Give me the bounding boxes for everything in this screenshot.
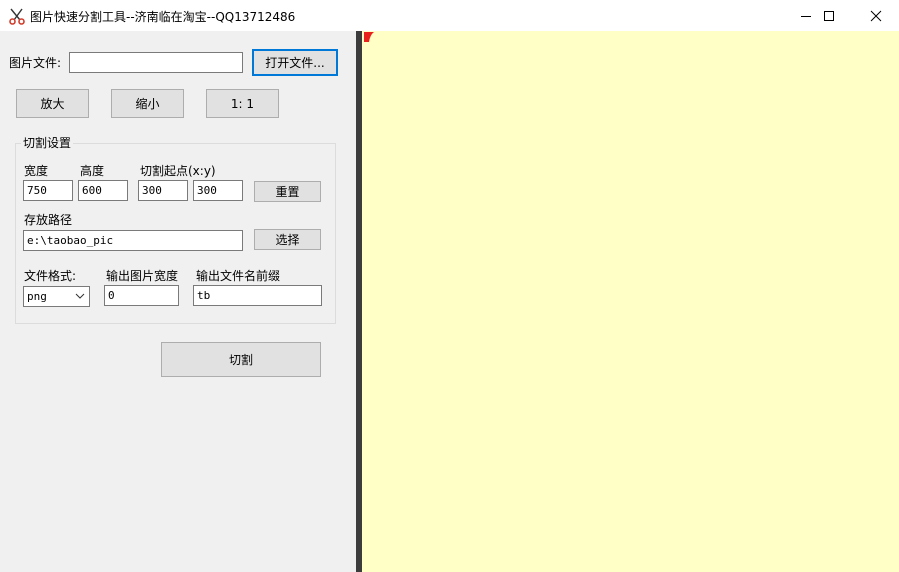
choose-path-button[interactable]: 选择 <box>254 229 321 250</box>
file-format-select[interactable]: png <box>23 286 90 307</box>
close-button[interactable] <box>853 0 899 31</box>
scissors-icon <box>8 7 26 25</box>
zoom-in-button[interactable]: 放大 <box>16 89 89 118</box>
save-path-label: 存放路径 <box>24 213 73 227</box>
output-width-input[interactable]: 0 <box>104 285 179 306</box>
height-input[interactable]: 600 <box>78 180 128 201</box>
origin-y-input[interactable]: 300 <box>193 180 243 201</box>
actual-size-button[interactable]: 1: 1 <box>206 89 279 118</box>
cut-button[interactable]: 切割 <box>161 342 321 377</box>
reset-button[interactable]: 重置 <box>254 181 321 202</box>
output-prefix-input[interactable]: tb <box>193 285 322 306</box>
output-prefix-label: 输出文件名前缀 <box>196 269 281 283</box>
open-file-button[interactable]: 打开文件... <box>252 49 338 76</box>
height-label: 高度 <box>80 164 105 178</box>
zoom-out-button[interactable]: 缩小 <box>111 89 184 118</box>
maximize-icon <box>824 10 834 21</box>
output-width-label: 输出图片宽度 <box>106 269 179 283</box>
close-icon <box>870 10 882 21</box>
width-input[interactable]: 750 <box>23 180 73 201</box>
image-preview-canvas[interactable] <box>362 31 899 572</box>
chevron-down-icon <box>75 293 85 299</box>
save-path-input[interactable]: e:\taobao_pic <box>23 230 243 251</box>
file-format-selected: png <box>27 290 47 303</box>
image-file-path-input[interactable] <box>69 52 243 73</box>
cut-origin-label: 切割起点(x:y) <box>140 164 216 178</box>
window-title: 图片快速分割工具--济南临在淘宝--QQ13712486 <box>30 10 296 24</box>
file-format-label: 文件格式: <box>24 269 77 283</box>
cut-settings-title: 切割设置 <box>21 134 74 151</box>
image-file-label: 图片文件: <box>9 56 62 70</box>
cut-origin-marker <box>364 32 375 43</box>
width-label: 宽度 <box>24 164 49 178</box>
origin-x-input[interactable]: 300 <box>138 180 188 201</box>
maximize-button[interactable] <box>806 0 852 31</box>
